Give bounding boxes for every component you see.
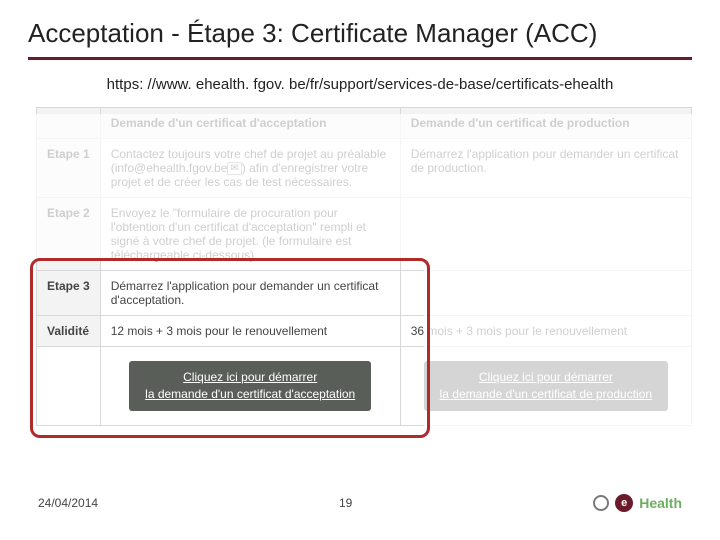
action-prod-cell: Cliquez ici pour démarrer la demande d'u…	[400, 347, 691, 426]
steps-table: Demande d'un certificat d'acceptation De…	[36, 107, 692, 426]
action-acc-cell: Cliquez ici pour démarrer la demande d'u…	[100, 347, 400, 426]
ehealth-logo: e Health	[593, 494, 682, 512]
step1-acc: Contactez toujours votre chef de projet …	[100, 139, 400, 198]
col-blank	[37, 108, 101, 139]
step2-acc: Envoyez le "formulaire de procuration po…	[100, 198, 400, 271]
table-row: Etape 2 Envoyez le "formulaire de procur…	[37, 198, 692, 271]
footer-date: 24/04/2014	[38, 496, 98, 510]
steps-table-wrapper: Demande d'un certificat d'acceptation De…	[36, 107, 692, 426]
step-label: Etape 3	[37, 271, 101, 316]
mail-icon: ✉	[227, 162, 241, 175]
table-row: Cliquez ici pour démarrer la demande d'u…	[37, 347, 692, 426]
action-blank	[37, 347, 101, 426]
table-row: Etape 3 Démarrez l'application pour dema…	[37, 271, 692, 316]
start-acceptation-button[interactable]: Cliquez ici pour démarrer la demande d'u…	[129, 361, 371, 411]
start-production-button[interactable]: Cliquez ici pour démarrer la demande d'u…	[424, 361, 668, 411]
step2-prod	[400, 198, 691, 271]
logo-word: Health	[639, 495, 682, 511]
step-label: Etape 1	[37, 139, 101, 198]
page-title: Acceptation - Étape 3: Certificate Manag…	[0, 0, 720, 57]
slide-footer: 24/04/2014 19 e Health	[0, 488, 720, 518]
table-row: Etape 1 Contactez toujours votre chef de…	[37, 139, 692, 198]
url-text: https: //www. ehealth. fgov. be/fr/suppo…	[0, 60, 720, 103]
step-label: Validité	[37, 316, 101, 347]
logo-ring-icon	[593, 495, 609, 511]
step3-acc: Démarrez l'application pour demander un …	[100, 271, 400, 316]
validity-prod: 36 mois + 3 mois pour le renouvellement	[400, 316, 691, 347]
step1-prod: Démarrez l'application pour demander un …	[400, 139, 691, 198]
logo-dot-icon: e	[615, 494, 633, 512]
footer-page-number: 19	[98, 496, 593, 510]
table-row: Validité 12 mois + 3 mois pour le renouv…	[37, 316, 692, 347]
validity-acc: 12 mois + 3 mois pour le renouvellement	[100, 316, 400, 347]
step3-prod	[400, 271, 691, 316]
step-label: Etape 2	[37, 198, 101, 271]
col-header-production: Demande d'un certificat de production	[400, 108, 691, 139]
col-header-acceptation: Demande d'un certificat d'acceptation	[100, 108, 400, 139]
